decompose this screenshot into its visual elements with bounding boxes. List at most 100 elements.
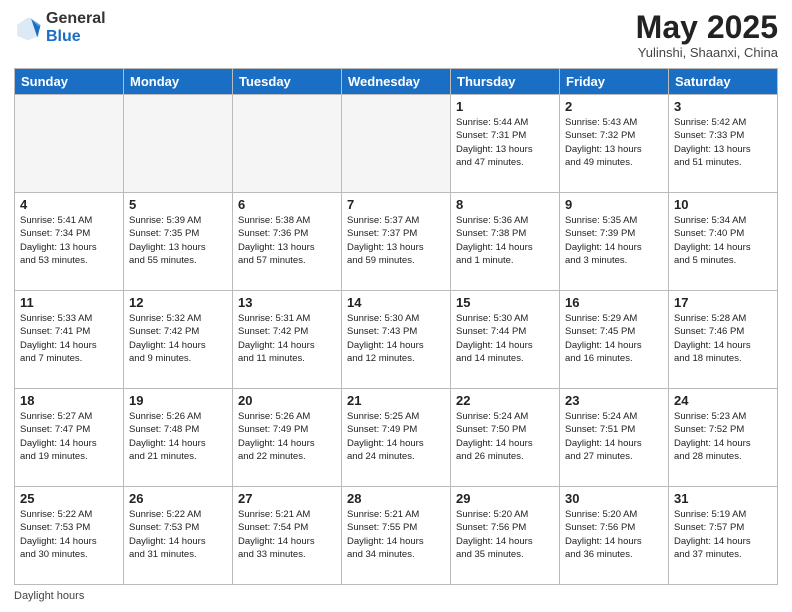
day-number: 24: [674, 393, 772, 408]
calendar-cell: 6 Sunrise: 5:38 AM Sunset: 7:36 PM Daylig…: [233, 193, 342, 291]
calendar-cell: 9Sunrise: 5:35 AM Sunset: 7:39 PM Daylig…: [560, 193, 669, 291]
day-info: Sunrise: 5:38 AM Sunset: 7:36 PM Dayligh…: [238, 214, 336, 267]
calendar-cell: 2 Sunrise: 5:43 AM Sunset: 7:32 PM Daylig…: [560, 95, 669, 193]
day-info: Sunrise: 5:34 AM Sunset: 7:40 PM Dayligh…: [674, 214, 772, 267]
day-number: 31: [674, 491, 772, 506]
calendar-cell: [342, 95, 451, 193]
location-subtitle: Yulinshi, Shaanxi, China: [636, 45, 778, 60]
calendar-cell: 12 Sunrise: 5:32 AM Sunset: 7:42 PM Dayli…: [124, 291, 233, 389]
calendar-cell: [233, 95, 342, 193]
calendar-cell: 1Sunrise: 5:44 AM Sunset: 7:31 PM Daylig…: [451, 95, 560, 193]
day-info: Sunrise: 5:20 AM Sunset: 7:56 PM Dayligh…: [456, 508, 554, 561]
footer: Daylight hours: [14, 590, 778, 602]
calendar-cell: 30 Sunrise: 5:20 AM Sunset: 7:56 PM Dayli…: [560, 487, 669, 585]
day-info: Sunrise: 5:29 AM Sunset: 7:45 PM Dayligh…: [565, 312, 663, 365]
day-number: 5: [129, 197, 227, 212]
calendar-cell: 13 Sunrise: 5:31 AM Sunset: 7:42 PM Dayli…: [233, 291, 342, 389]
calendar-cell: 4Sunrise: 5:41 AM Sunset: 7:34 PM Daylig…: [15, 193, 124, 291]
generalblue-logo-icon: [14, 14, 42, 42]
day-number: 29: [456, 491, 554, 506]
day-info: Sunrise: 5:30 AM Sunset: 7:44 PM Dayligh…: [456, 312, 554, 365]
calendar-cell: 16 Sunrise: 5:29 AM Sunset: 7:45 PM Dayli…: [560, 291, 669, 389]
calendar-cell: 23Sunrise: 5:24 AM Sunset: 7:51 PM Dayli…: [560, 389, 669, 487]
calendar-cell: 15Sunrise: 5:30 AM Sunset: 7:44 PM Dayli…: [451, 291, 560, 389]
day-number: 23: [565, 393, 663, 408]
title-block: May 2025 Yulinshi, Shaanxi, China: [636, 10, 778, 60]
calendar-cell: 22Sunrise: 5:24 AM Sunset: 7:50 PM Dayli…: [451, 389, 560, 487]
calendar-cell: 7Sunrise: 5:37 AM Sunset: 7:37 PM Daylig…: [342, 193, 451, 291]
day-info: Sunrise: 5:42 AM Sunset: 7:33 PM Dayligh…: [674, 116, 772, 169]
calendar-header-friday: Friday: [560, 69, 669, 95]
day-info: Sunrise: 5:32 AM Sunset: 7:42 PM Dayligh…: [129, 312, 227, 365]
day-info: Sunrise: 5:37 AM Sunset: 7:37 PM Dayligh…: [347, 214, 445, 267]
calendar-cell: 5 Sunrise: 5:39 AM Sunset: 7:35 PM Daylig…: [124, 193, 233, 291]
day-info: Sunrise: 5:19 AM Sunset: 7:57 PM Dayligh…: [674, 508, 772, 561]
day-number: 26: [129, 491, 227, 506]
day-info: Sunrise: 5:43 AM Sunset: 7:32 PM Dayligh…: [565, 116, 663, 169]
calendar-cell: 8 Sunrise: 5:36 AM Sunset: 7:38 PM Daylig…: [451, 193, 560, 291]
day-number: 12: [129, 295, 227, 310]
calendar-week-5: 25Sunrise: 5:22 AM Sunset: 7:53 PM Dayli…: [15, 487, 778, 585]
calendar-cell: 29 Sunrise: 5:20 AM Sunset: 7:56 PM Dayli…: [451, 487, 560, 585]
day-number: 17: [674, 295, 772, 310]
day-number: 13: [238, 295, 336, 310]
calendar-header-monday: Monday: [124, 69, 233, 95]
day-info: Sunrise: 5:20 AM Sunset: 7:56 PM Dayligh…: [565, 508, 663, 561]
day-number: 8: [456, 197, 554, 212]
calendar-header-tuesday: Tuesday: [233, 69, 342, 95]
day-number: 30: [565, 491, 663, 506]
day-number: 16: [565, 295, 663, 310]
day-number: 27: [238, 491, 336, 506]
calendar-cell: 10 Sunrise: 5:34 AM Sunset: 7:40 PM Dayli…: [669, 193, 778, 291]
calendar-cell: [15, 95, 124, 193]
calendar-header-wednesday: Wednesday: [342, 69, 451, 95]
header: General Blue May 2025 Yulinshi, Shaanxi,…: [14, 10, 778, 60]
footer-label: Daylight hours: [14, 590, 84, 602]
day-info: Sunrise: 5:39 AM Sunset: 7:35 PM Dayligh…: [129, 214, 227, 267]
day-number: 10: [674, 197, 772, 212]
calendar-cell: 3Sunrise: 5:42 AM Sunset: 7:33 PM Daylig…: [669, 95, 778, 193]
day-number: 18: [20, 393, 118, 408]
calendar-cell: 11 Sunrise: 5:33 AM Sunset: 7:41 PM Dayli…: [15, 291, 124, 389]
calendar-week-3: 11 Sunrise: 5:33 AM Sunset: 7:41 PM Dayli…: [15, 291, 778, 389]
day-info: Sunrise: 5:26 AM Sunset: 7:49 PM Dayligh…: [238, 410, 336, 463]
day-info: Sunrise: 5:22 AM Sunset: 7:53 PM Dayligh…: [129, 508, 227, 561]
day-number: 21: [347, 393, 445, 408]
calendar-header-thursday: Thursday: [451, 69, 560, 95]
day-number: 6: [238, 197, 336, 212]
logo-general: General: [46, 10, 106, 27]
calendar-cell: 19 Sunrise: 5:26 AM Sunset: 7:48 PM Dayli…: [124, 389, 233, 487]
day-info: Sunrise: 5:36 AM Sunset: 7:38 PM Dayligh…: [456, 214, 554, 267]
calendar-cell: 31 Sunrise: 5:19 AM Sunset: 7:57 PM Dayli…: [669, 487, 778, 585]
calendar-header-row: SundayMondayTuesdayWednesdayThursdayFrid…: [15, 69, 778, 95]
calendar-cell: 27Sunrise: 5:21 AM Sunset: 7:54 PM Dayli…: [233, 487, 342, 585]
day-number: 2: [565, 99, 663, 114]
logo: General Blue: [14, 10, 106, 45]
calendar-cell: [124, 95, 233, 193]
calendar-cell: 24 Sunrise: 5:23 AM Sunset: 7:52 PM Dayli…: [669, 389, 778, 487]
day-info: Sunrise: 5:27 AM Sunset: 7:47 PM Dayligh…: [20, 410, 118, 463]
calendar-cell: 21Sunrise: 5:25 AM Sunset: 7:49 PM Dayli…: [342, 389, 451, 487]
day-number: 20: [238, 393, 336, 408]
calendar-cell: 17Sunrise: 5:28 AM Sunset: 7:46 PM Dayli…: [669, 291, 778, 389]
calendar-cell: 18 Sunrise: 5:27 AM Sunset: 7:47 PM Dayli…: [15, 389, 124, 487]
day-info: Sunrise: 5:33 AM Sunset: 7:41 PM Dayligh…: [20, 312, 118, 365]
day-info: Sunrise: 5:22 AM Sunset: 7:53 PM Dayligh…: [20, 508, 118, 561]
calendar-cell: 26 Sunrise: 5:22 AM Sunset: 7:53 PM Dayli…: [124, 487, 233, 585]
day-info: Sunrise: 5:23 AM Sunset: 7:52 PM Dayligh…: [674, 410, 772, 463]
day-number: 19: [129, 393, 227, 408]
calendar-cell: 25Sunrise: 5:22 AM Sunset: 7:53 PM Dayli…: [15, 487, 124, 585]
day-info: Sunrise: 5:26 AM Sunset: 7:48 PM Dayligh…: [129, 410, 227, 463]
calendar-week-4: 18 Sunrise: 5:27 AM Sunset: 7:47 PM Dayli…: [15, 389, 778, 487]
day-info: Sunrise: 5:31 AM Sunset: 7:42 PM Dayligh…: [238, 312, 336, 365]
day-info: Sunrise: 5:30 AM Sunset: 7:43 PM Dayligh…: [347, 312, 445, 365]
day-info: Sunrise: 5:44 AM Sunset: 7:31 PM Dayligh…: [456, 116, 554, 169]
day-number: 4: [20, 197, 118, 212]
month-title: May 2025: [636, 10, 778, 45]
calendar-cell: 28Sunrise: 5:21 AM Sunset: 7:55 PM Dayli…: [342, 487, 451, 585]
day-number: 11: [20, 295, 118, 310]
logo-blue: Blue: [46, 28, 81, 45]
logo-text: General Blue: [46, 10, 106, 45]
calendar-week-2: 4Sunrise: 5:41 AM Sunset: 7:34 PM Daylig…: [15, 193, 778, 291]
calendar-header-saturday: Saturday: [669, 69, 778, 95]
